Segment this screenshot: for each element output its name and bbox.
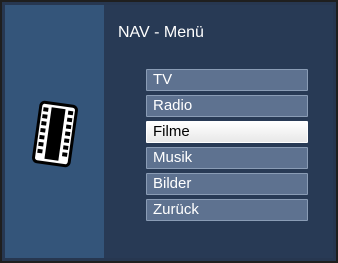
menu-item-tv[interactable]: TV bbox=[146, 69, 308, 91]
nav-menu-window: NAV - Menü TV Radio Filme Musik Bilder Z… bbox=[0, 0, 338, 263]
menu-item-filme[interactable]: Filme bbox=[146, 121, 308, 143]
menu-item-zurueck[interactable]: Zurück bbox=[146, 199, 308, 221]
section-icon-panel bbox=[5, 5, 104, 258]
nav-menu-list: TV Radio Filme Musik Bilder Zurück bbox=[146, 69, 308, 225]
menu-title: NAV - Menü bbox=[118, 24, 204, 41]
menu-item-musik[interactable]: Musik bbox=[146, 147, 308, 169]
menu-item-bilder[interactable]: Bilder bbox=[146, 173, 308, 195]
film-strip-icon bbox=[32, 100, 78, 168]
menu-item-radio[interactable]: Radio bbox=[146, 95, 308, 117]
nav-menu-body: NAV - Menü TV Radio Filme Musik Bilder Z… bbox=[5, 5, 333, 258]
